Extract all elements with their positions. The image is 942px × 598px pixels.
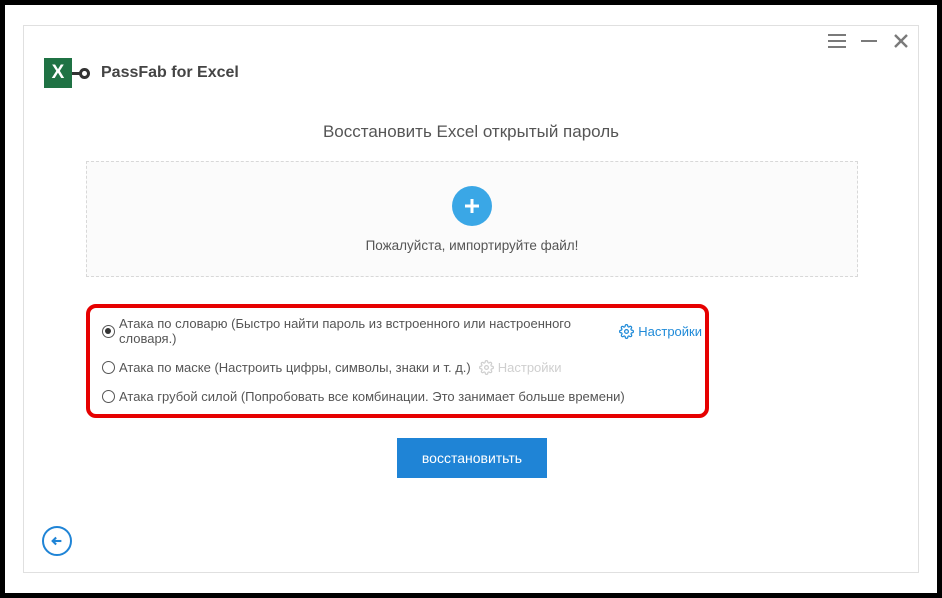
excel-square: X [44,58,72,88]
option-label: Атака по маске (Настроить цифры, символы… [119,360,471,375]
hamburger-icon [828,34,846,48]
minimize-button[interactable] [858,30,880,52]
close-button[interactable] [890,30,912,52]
page-heading: Восстановить Excel открытый пароль [24,122,918,142]
titlebar: X PassFab for Excel [24,26,918,96]
radio-icon [102,361,115,374]
minimize-icon [861,40,877,42]
dictionary-settings-link[interactable]: Настройки [619,324,702,339]
app-window: X PassFab for Excel Восстановить Excel о… [23,25,919,573]
back-button[interactable] [42,526,72,556]
gear-icon [479,360,494,375]
arrow-left-icon [50,534,64,548]
option-mask-attack[interactable]: Атака по маске (Настроить цифры, символы… [102,360,702,375]
settings-label: Настройки [638,324,702,339]
option-label: Атака по словарю (Быстро найти пароль из… [119,316,611,346]
key-circle-icon [79,68,90,79]
app-logo-block: X PassFab for Excel [44,56,239,90]
radio-icon [102,325,115,338]
option-brute-force-attack[interactable]: Атака грубой силой (Попробовать все комб… [102,389,702,404]
app-title: PassFab for Excel [101,64,239,82]
mask-settings-link: Настройки [479,360,562,375]
settings-label: Настройки [498,360,562,375]
menu-button[interactable] [826,30,848,52]
add-file-button[interactable] [452,186,492,226]
excel-key-icon: X [44,56,90,90]
plus-icon [462,196,482,216]
window-controls [826,30,912,52]
option-label: Атака грубой силой (Попробовать все комб… [119,389,625,404]
attack-options: Атака по словарю (Быстро найти пароль из… [102,316,702,404]
recover-button[interactable]: восстановитьть [397,438,547,478]
option-dictionary-attack[interactable]: Атака по словарю (Быстро найти пароль из… [102,316,702,346]
import-dropzone[interactable]: Пожалуйста, импортируйте файл! [86,161,858,277]
dropzone-text: Пожалуйста, импортируйте файл! [366,238,579,253]
close-icon [893,33,909,49]
radio-icon [102,390,115,403]
gear-icon [619,324,634,339]
